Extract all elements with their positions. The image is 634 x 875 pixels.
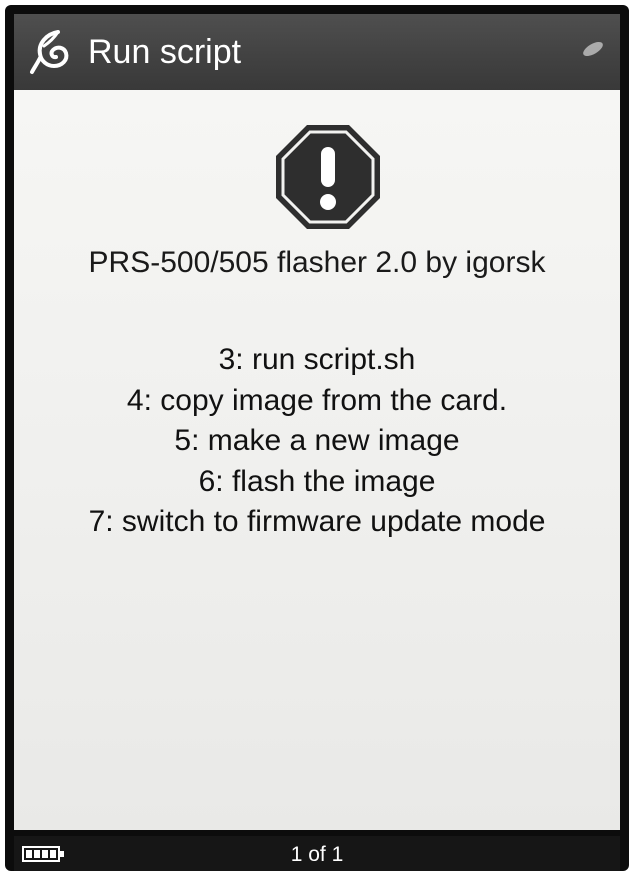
list-item: 7: switch to firmware update mode [88,505,546,538]
list-item: 3: run script.sh [218,343,416,376]
title-bar: Run script [14,14,620,90]
leaf-icon [30,30,69,74]
status-bar: 1 of 1 [14,836,620,871]
list-item: 4: copy image from the card. [126,383,508,417]
list-item: 5: make a new image [174,424,460,457]
step-list: 3: run script.sh 4: copy image from the … [14,340,620,543]
window-title: Run script [88,33,242,71]
warning-octagon-icon [276,125,380,229]
script-heading: PRS-500/505 flasher 2.0 by igorsk [88,246,546,279]
page-indicator: 1 of 1 [290,843,344,866]
ereader-screen: Run script PRS-500/505 flasher 2.0 by ig… [5,5,629,871]
dialog-content: PRS-500/505 flasher 2.0 by igorsk 3: run… [14,90,620,830]
screen-glare [580,39,606,59]
list-item: 6: flash the image [198,464,436,498]
